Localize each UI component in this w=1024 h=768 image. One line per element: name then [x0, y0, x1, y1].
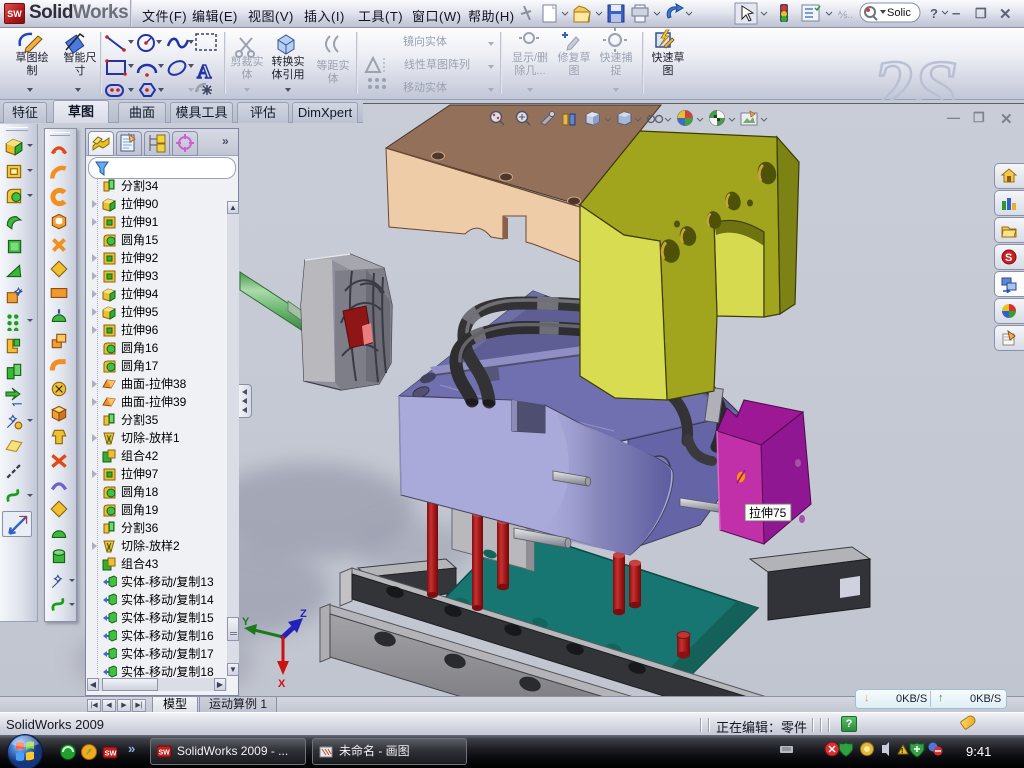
svg-text:A: A	[197, 61, 212, 83]
svg-text:2S: 2S	[871, 43, 959, 100]
svg-text:?: ?	[930, 6, 938, 21]
svg-text:⅍..: ⅍..	[838, 10, 853, 21]
svg-text:SW: SW	[105, 749, 118, 758]
svg-text:拉伸75: 拉伸75	[749, 505, 787, 520]
svg-text:!: !	[901, 748, 903, 755]
svg-text:X: X	[278, 678, 286, 690]
svg-text:S: S	[1005, 252, 1012, 264]
svg-text:Solic: Solic	[887, 7, 911, 19]
svg-text:Y: Y	[242, 616, 250, 628]
svg-text:Z: Z	[300, 608, 307, 620]
svg-text:SW: SW	[159, 750, 171, 757]
